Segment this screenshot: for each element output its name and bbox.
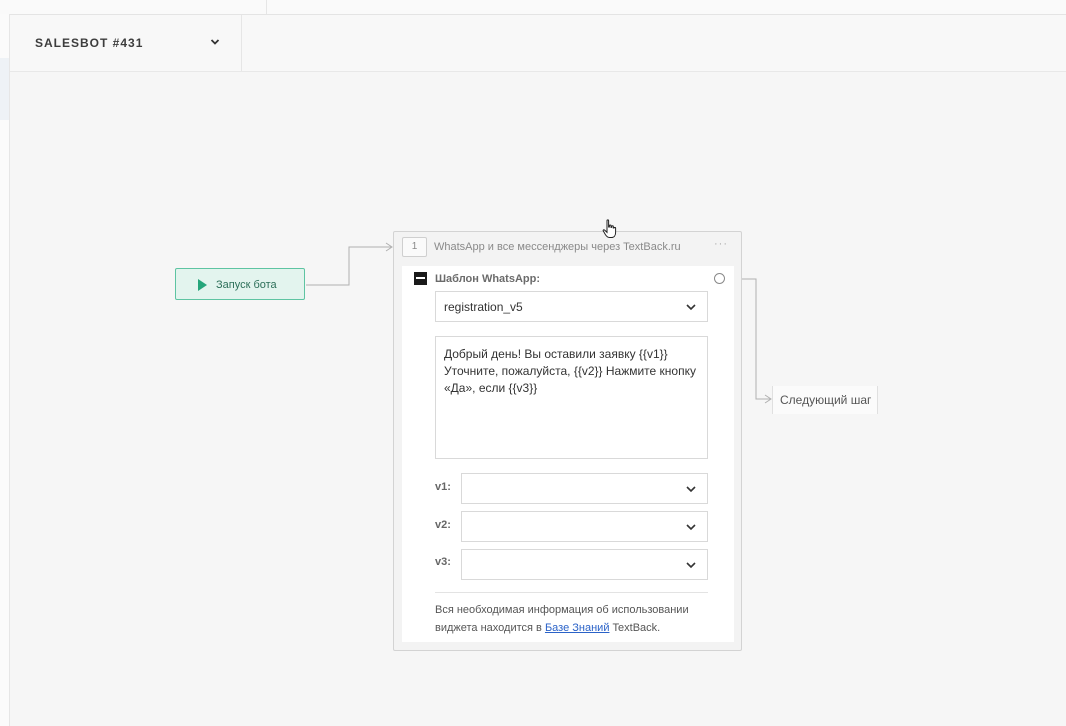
help-note: Вся необходимая информация об использова… <box>435 601 715 637</box>
var-label-v2: v2: <box>435 519 451 531</box>
step-menu-icon[interactable]: ··· <box>714 238 728 250</box>
chevron-down-icon <box>686 524 696 531</box>
start-bot-node[interactable]: Запуск бота <box>175 268 305 300</box>
template-text[interactable]: Добрый день! Вы оставили заявку {{v1}} У… <box>435 336 708 459</box>
knowledge-base-link[interactable]: Базе Знаний <box>545 622 610 634</box>
template-select-value: registration_v5 <box>444 300 523 314</box>
play-icon <box>198 279 207 291</box>
hand-cursor-icon <box>602 219 617 238</box>
start-bot-label: Запуск бота <box>216 279 277 291</box>
step-title: WhatsApp и все мессенджеры через TextBac… <box>434 241 681 253</box>
var-label-v3: v3: <box>435 556 451 568</box>
output-port[interactable] <box>714 273 725 284</box>
step-body: Шаблон WhatsApp: registration_v5 Добрый … <box>402 266 734 642</box>
var-select-v1[interactable] <box>461 473 708 504</box>
var-label-v1: v1: <box>435 481 451 493</box>
template-select[interactable]: registration_v5 <box>435 291 708 322</box>
step-number: 1 <box>402 237 427 257</box>
whatsapp-widget-icon <box>414 272 427 285</box>
next-step-node[interactable]: Следующий шаг <box>772 386 878 414</box>
template-label: Шаблон WhatsApp: <box>435 273 540 285</box>
var-select-v3[interactable] <box>461 549 708 580</box>
step-card-whatsapp[interactable]: 1 WhatsApp и все мессенджеры через TextB… <box>393 231 742 651</box>
chevron-down-icon <box>686 486 696 493</box>
chevron-down-icon <box>686 562 696 569</box>
chevron-down-icon <box>686 304 696 311</box>
var-select-v2[interactable] <box>461 511 708 542</box>
help-note-end: TextBack. <box>609 622 661 634</box>
divider <box>435 592 708 593</box>
